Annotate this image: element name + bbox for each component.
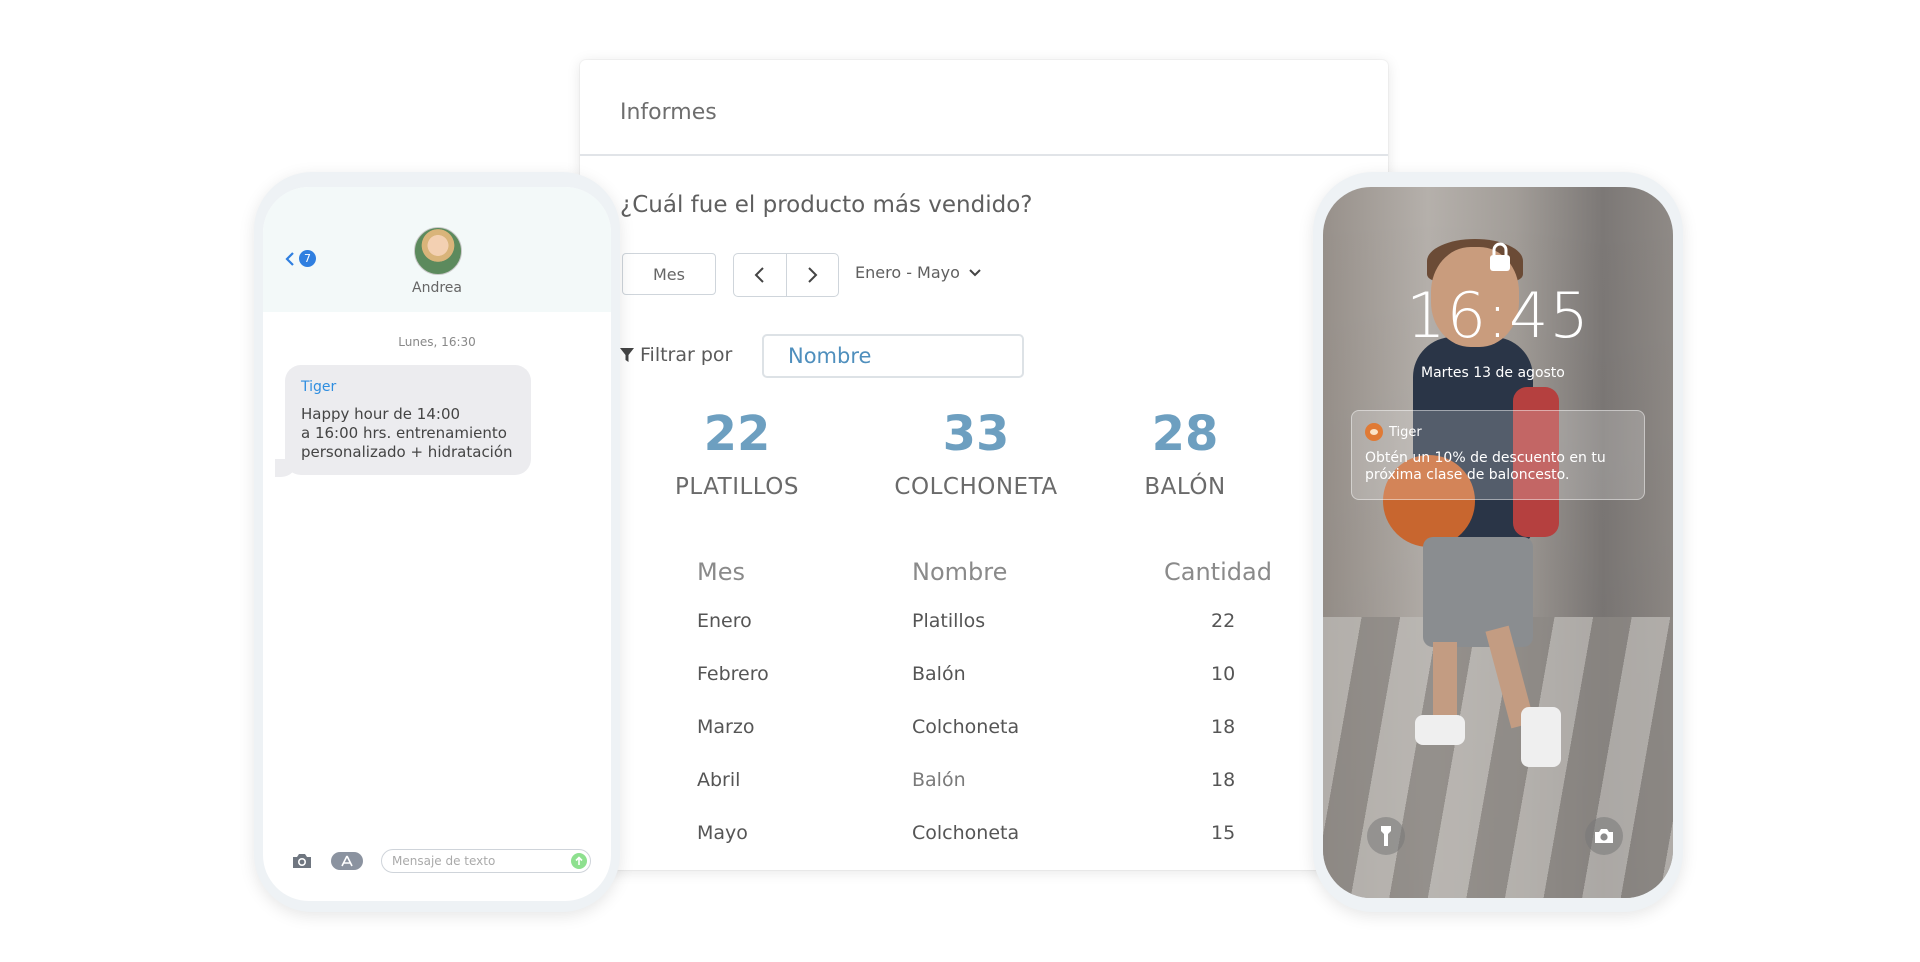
message-input[interactable] [381,849,591,873]
period-mes-button[interactable]: Mes [622,253,716,295]
avatar[interactable] [414,227,462,275]
stat-label: PLATILLOS [674,474,799,500]
chevron-down-icon [969,268,981,276]
lock-icon [1490,242,1510,271]
report-panel: Informes ¿Cuál fue el producto más vendi… [580,60,1388,870]
divider [580,154,1388,156]
period-nav [733,253,839,297]
message-sender: Tiger [301,379,337,395]
flashlight-icon [1381,826,1391,846]
wallpaper-shorts [1423,537,1533,647]
cell-mes: Mayo [697,822,748,844]
cell-mes: Marzo [697,716,755,738]
filter-icon [620,348,634,362]
notification-app-name: Tiger [1389,424,1422,440]
cell-mes: Abril [697,769,741,791]
notification-header: Tiger [1365,423,1631,441]
cell-cantidad: 15 [1211,822,1236,844]
messages-phone: 7 Andrea Lunes, 16:30 Tiger Happy hour d… [254,172,620,912]
camera-button[interactable] [1585,817,1623,855]
message-bubble: Tiger Happy hour de 14:00 a 16:00 hrs. e… [285,365,531,475]
stat-colchoneta: 33 COLCHONETA [871,410,1081,500]
wallpaper-shoe [1521,707,1561,767]
report-title: Informes [620,100,717,125]
filter-name-input[interactable] [762,334,1024,378]
app-store-icon[interactable] [331,852,363,870]
flashlight-button[interactable] [1367,817,1405,855]
message-timestamp: Lunes, 16:30 [398,335,476,349]
back-button[interactable]: 7 [285,250,316,267]
report-question: ¿Cuál fue el producto más vendido? [620,192,1033,218]
cell-nombre: Colchoneta [912,822,1020,844]
stat-value: 28 [1151,406,1219,462]
cell-mes: Enero [697,610,752,632]
date-range-dropdown[interactable]: Enero - Mayo [855,263,982,282]
column-header-nombre: Nombre [912,558,1008,586]
tiger-logo-icon [1365,423,1383,441]
cell-mes: Febrero [697,663,769,685]
cell-cantidad: 22 [1211,610,1236,632]
conversation-header: 7 Andrea [263,187,611,312]
wallpaper-shoe [1415,715,1465,745]
cell-cantidad: 10 [1211,663,1236,685]
cell-nombre: Platillos [912,610,986,632]
cell-nombre: Colchoneta [912,716,1020,738]
wallpaper-leg [1433,642,1457,722]
chevron-left-icon [285,251,294,266]
cell-cantidad: 18 [1211,769,1236,791]
stat-platillos: 22 PLATILLOS [632,410,842,500]
lockscreen-phone: 16:45 Martes 13 de agosto Tiger Obtén un… [1313,172,1683,912]
cell-nombre: Balón [912,663,966,685]
cell-nombre: Balón [912,769,966,791]
messages-screen: 7 Andrea Lunes, 16:30 Tiger Happy hour d… [263,187,611,901]
lock-date: Martes 13 de agosto [1421,365,1565,381]
message-text: Happy hour de 14:00 a 16:00 hrs. entrena… [301,405,513,461]
chevron-right-icon [808,267,818,283]
camera-icon [1595,829,1613,843]
chevron-left-icon [754,267,764,283]
filter-label: Filtrar por [620,344,732,366]
stat-value: 33 [942,406,1010,462]
previous-period-button[interactable] [734,254,786,296]
column-header-mes: Mes [697,558,745,586]
filter-label-text: Filtrar por [640,344,733,366]
cell-cantidad: 18 [1211,716,1236,738]
next-period-button[interactable] [785,254,839,296]
stat-value: 22 [703,406,771,462]
stat-label: BALÓN [1144,474,1226,500]
send-arrow-icon [575,856,583,865]
stat-label: COLCHONETA [894,474,1058,500]
notification-text: Obtén un 10% de descuento en tu próxima … [1365,450,1606,483]
date-range-label: Enero - Mayo [855,263,960,282]
lock-time: 16:45 [1406,279,1590,352]
app-store-glyph-icon [341,855,353,867]
lockscreen: 16:45 Martes 13 de agosto Tiger Obtén un… [1323,187,1673,898]
message-composer [263,849,611,875]
contact-name: Andrea [412,280,462,296]
unread-badge: 7 [299,250,316,267]
column-header-cantidad: Cantidad [1164,558,1272,586]
notification-card[interactable]: Tiger Obtén un 10% de descuento en tu pr… [1351,410,1645,500]
send-button[interactable] [571,853,587,869]
stat-balon: 28 BALÓN [1080,410,1290,500]
camera-icon[interactable] [291,852,313,870]
